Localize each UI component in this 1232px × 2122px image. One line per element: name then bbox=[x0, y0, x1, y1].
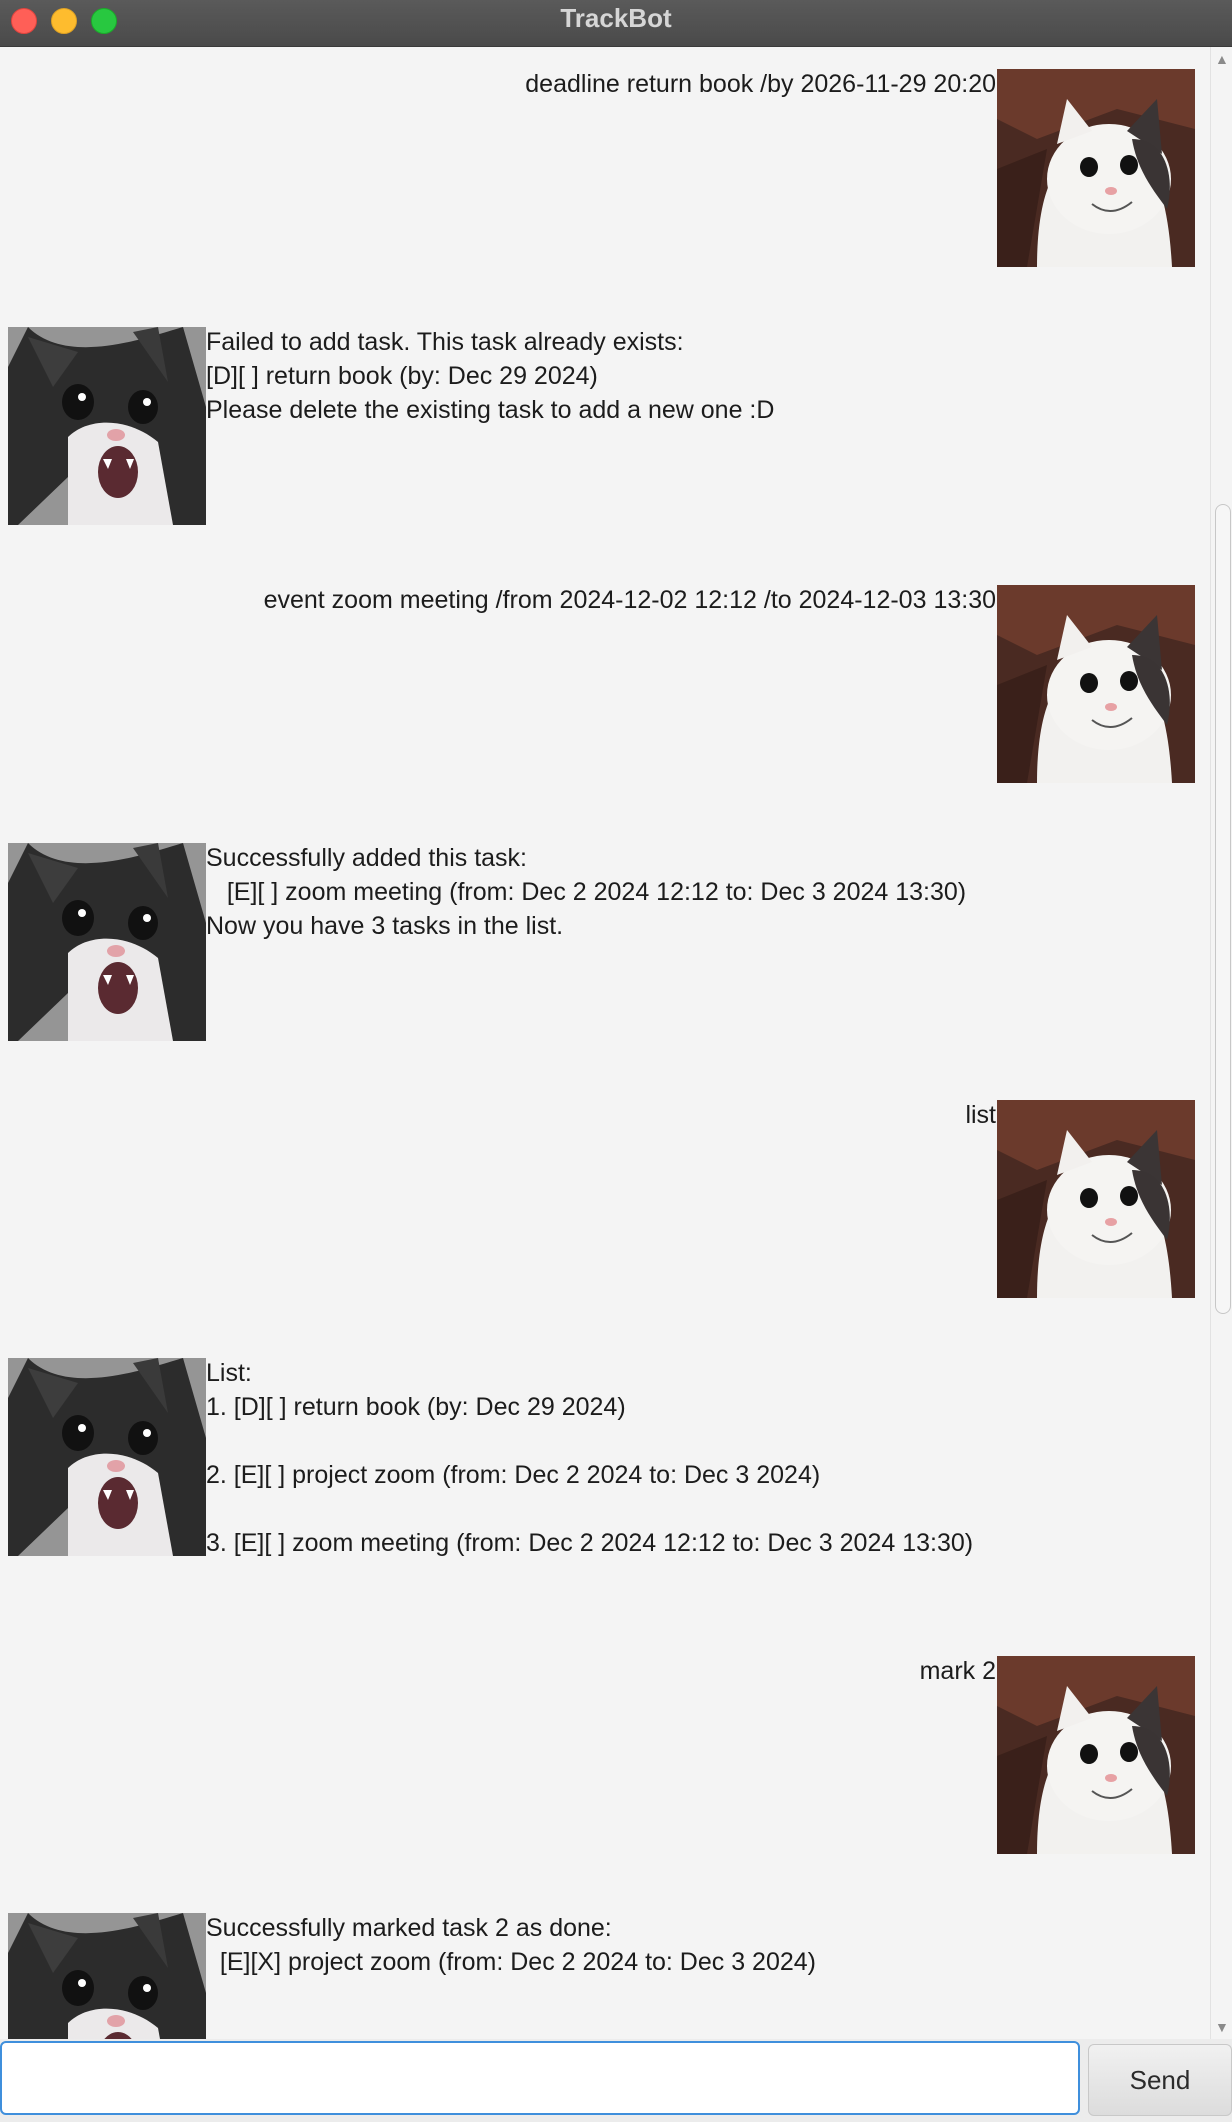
bot-message: List: 1. [D][ ] return book (by: Dec 29 … bbox=[0, 1336, 1210, 1634]
bot-message-text: Failed to add task. This task already ex… bbox=[206, 328, 775, 424]
user-message: deadline return book /by 2026-11-29 20:2… bbox=[0, 47, 1210, 305]
user-cat-avatar bbox=[997, 1656, 1195, 1854]
message-input[interactable] bbox=[0, 2041, 1080, 2115]
user-cat-avatar bbox=[997, 69, 1195, 267]
bot-message-text: List: 1. [D][ ] return book (by: Dec 29 … bbox=[206, 1359, 974, 1557]
bot-message: Failed to add task. This task already ex… bbox=[0, 305, 1210, 563]
scroll-down-arrow-icon[interactable]: ▼ bbox=[1215, 2019, 1229, 2035]
bot-message-text: Successfully added this task: [E][ ] zoo… bbox=[206, 844, 967, 940]
bot-cat-avatar bbox=[8, 843, 206, 1041]
scroll-up-arrow-icon[interactable]: ▲ bbox=[1215, 51, 1229, 67]
user-message-text: event zoom meeting /from 2024-12-02 12:1… bbox=[263, 586, 996, 614]
title-bar: TrackBot bbox=[0, 0, 1232, 47]
chat-scroll-area[interactable]: deadline return book /by 2026-11-29 20:2… bbox=[0, 47, 1210, 2039]
user-message: list bbox=[0, 1078, 1210, 1336]
bot-cat-avatar bbox=[8, 1913, 206, 2039]
input-bar: Send bbox=[0, 2039, 1232, 2122]
bot-message: Successfully added this task: [E][ ] zoo… bbox=[0, 821, 1210, 1079]
bot-cat-avatar bbox=[8, 327, 206, 525]
bot-cat-avatar bbox=[8, 1358, 206, 1556]
user-message-text: mark 2 bbox=[919, 1657, 996, 1685]
user-cat-avatar bbox=[997, 585, 1195, 783]
user-message: event zoom meeting /from 2024-12-02 12:1… bbox=[0, 563, 1210, 821]
send-button[interactable]: Send bbox=[1088, 2044, 1232, 2116]
user-message-text: deadline return book /by 2026-11-29 20:2… bbox=[525, 70, 996, 98]
scrollbar-thumb[interactable] bbox=[1215, 504, 1231, 1314]
window-title: TrackBot bbox=[560, 3, 672, 33]
user-message-text: list bbox=[965, 1101, 996, 1129]
user-cat-avatar bbox=[997, 1100, 1195, 1298]
bot-message-text: Successfully marked task 2 as done: [E][… bbox=[206, 1914, 816, 1976]
bot-message: Successfully marked task 2 as done: [E][… bbox=[0, 1891, 1210, 2039]
vertical-scrollbar[interactable]: ▲ ▼ bbox=[1210, 47, 1232, 2039]
user-message: mark 2 bbox=[0, 1634, 1210, 1892]
